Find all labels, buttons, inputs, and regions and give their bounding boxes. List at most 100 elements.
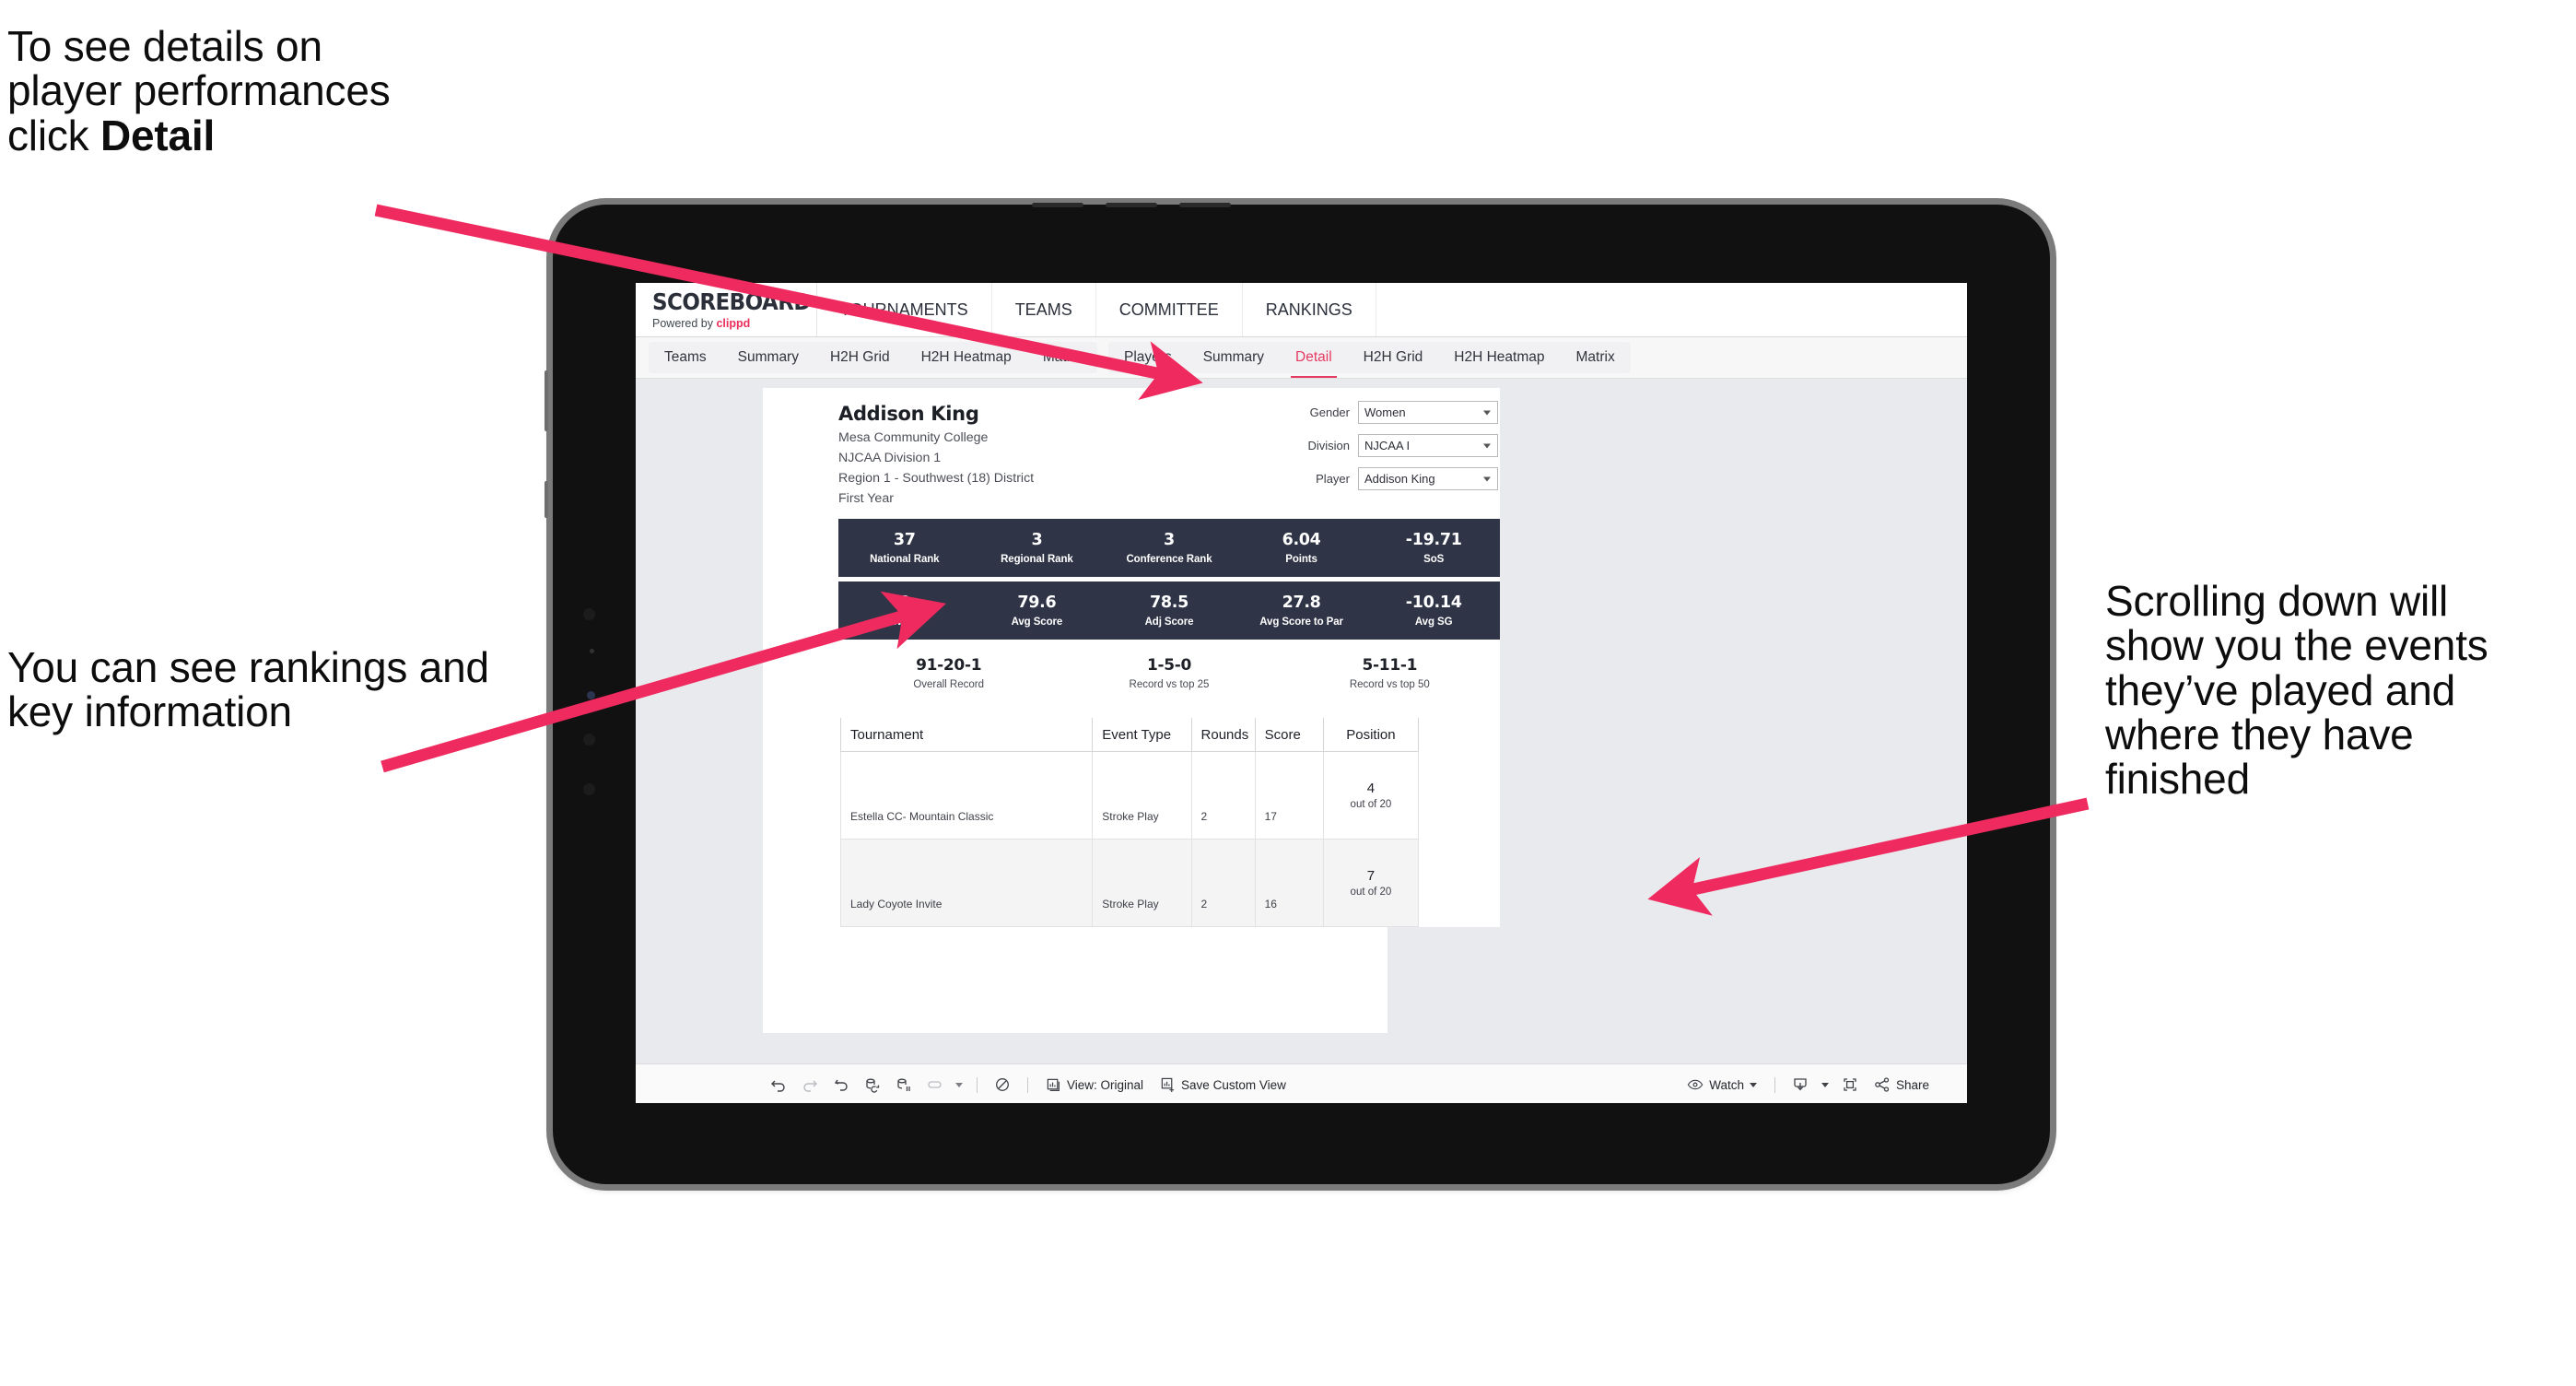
column-position[interactable]: Position <box>1322 718 1420 752</box>
device-camera <box>583 783 595 795</box>
record-value: 1-5-0 <box>1146 656 1192 675</box>
top-nav-tournaments[interactable]: TOURNAMENTS <box>817 283 992 336</box>
filter-division: Division NJCAA I <box>1268 434 1498 457</box>
tab-player-h2h-grid[interactable]: H2H Grid <box>1348 342 1439 373</box>
column-tournament[interactable]: Tournament <box>839 718 1094 752</box>
toolbar-divider <box>977 1076 978 1093</box>
share-icon <box>1874 1076 1891 1093</box>
device-sensor <box>587 691 595 699</box>
top-nav-teams[interactable]: TEAMS <box>992 283 1096 336</box>
column-score[interactable]: Score <box>1254 718 1324 752</box>
fullscreen-icon[interactable] <box>1834 1072 1866 1098</box>
tab-team-matrix[interactable]: Matrix <box>1027 342 1097 373</box>
pause-dropdown-caret-icon[interactable] <box>951 1072 967 1098</box>
stat-label: Conference Rank <box>1126 554 1212 565</box>
stat-value: -10.14 <box>1405 593 1462 612</box>
tab-teams[interactable]: Teams <box>649 342 722 373</box>
stat-label: National Rank <box>870 554 940 565</box>
stat-national-rank: 37 National Rank <box>838 519 971 577</box>
filter-gender-select[interactable]: Women <box>1358 401 1498 424</box>
share-label: Share <box>1895 1077 1929 1092</box>
device-camera <box>583 608 595 620</box>
tab-player-matrix[interactable]: Matrix <box>1561 342 1631 373</box>
download-dropdown-caret-icon[interactable] <box>1816 1072 1834 1098</box>
player-tab-group: Players Summary Detail H2H Grid H2H Heat… <box>1108 342 1631 378</box>
stats-band-scoring: 0 Wins 79.6 Avg Score 78.5 Adj Score 27.… <box>838 581 1500 640</box>
stat-value: 79.6 <box>1017 593 1057 612</box>
stat-conference-rank: 3 Conference Rank <box>1103 519 1235 577</box>
filter-player-select[interactable]: Addison King <box>1358 467 1498 490</box>
cell-event-type: Stroke Play <box>1102 898 1159 910</box>
device-speaker-slot <box>1179 203 1231 207</box>
table-row[interactable]: Lady Coyote Invite Stroke Play 2 16 7 ou… <box>839 839 1420 927</box>
top-nav-rankings[interactable]: RANKINGS <box>1243 283 1376 336</box>
record-label: Record vs top 25 <box>1129 679 1210 690</box>
stat-value: 78.5 <box>1149 593 1188 612</box>
cell-score: 16 <box>1264 898 1277 910</box>
download-icon[interactable] <box>1785 1072 1816 1098</box>
stat-adj-score: 78.5 Adj Score <box>1103 581 1235 640</box>
report-content: Addison King Mesa Community College NJCA… <box>838 388 1500 927</box>
column-rounds[interactable]: Rounds <box>1190 718 1256 752</box>
callout-detail-line1: To see details on <box>7 22 322 70</box>
stat-label: Regional Rank <box>1001 554 1073 565</box>
tab-player-detail[interactable]: Detail <box>1280 342 1348 378</box>
bottom-toolbar: View: Original Save Custom View Watch Sh… <box>636 1063 1967 1103</box>
record-value: 91-20-1 <box>916 656 982 675</box>
view-original-button[interactable]: View: Original <box>1037 1072 1152 1098</box>
tab-team-h2h-grid[interactable]: H2H Grid <box>814 342 906 373</box>
chevron-down-icon <box>1749 1082 1757 1087</box>
chevron-down-icon <box>1483 443 1491 448</box>
tab-team-h2h-heatmap[interactable]: H2H Heatmap <box>906 342 1027 373</box>
pause-data-icon[interactable] <box>888 1072 919 1098</box>
tablet-screen: SCOREBOARD Powered by clippd TOURNAMENTS… <box>636 283 1967 1103</box>
cell-position: 7 <box>1366 868 1376 884</box>
records-row: 91-20-1 Overall Record 1-5-0 Record vs t… <box>838 656 1500 696</box>
cell-position-out-of: out of 20 <box>1350 887 1392 898</box>
tab-player-summary[interactable]: Summary <box>1188 342 1280 373</box>
stat-label: Adj Score <box>1144 617 1194 628</box>
stats-band-rankings: 37 National Rank 3 Regional Rank 3 Confe… <box>838 519 1500 577</box>
filter-division-select[interactable]: NJCAA I <box>1358 434 1498 457</box>
refresh-data-icon[interactable] <box>857 1072 888 1098</box>
logo-brand-name: clippd <box>716 316 751 330</box>
toolbar-left-group: View: Original Save Custom View <box>636 1072 1294 1098</box>
table-row[interactable]: Estella CC- Mountain Classic Stroke Play… <box>839 751 1420 840</box>
stat-label: Avg SG <box>1414 617 1453 628</box>
save-custom-view-button[interactable]: Save Custom View <box>1152 1072 1294 1098</box>
events-table: Tournament Event Type Rounds Score Posit… <box>839 718 1420 927</box>
device-sensor <box>590 649 594 653</box>
undo-icon[interactable] <box>763 1072 794 1098</box>
record-value: 5-11-1 <box>1362 656 1418 675</box>
stat-label: Avg Score to Par <box>1259 617 1343 628</box>
column-event-type[interactable]: Event Type <box>1092 718 1192 752</box>
stat-points: 6.04 Points <box>1235 519 1368 577</box>
tab-player-h2h-heatmap[interactable]: H2H Heatmap <box>1438 342 1560 373</box>
device-side-button <box>544 481 548 518</box>
tab-team-summary[interactable]: Summary <box>722 342 814 373</box>
toolbar-right-group: Watch Share <box>1679 1072 1967 1098</box>
view-original-label: View: Original <box>1067 1077 1144 1092</box>
eye-icon <box>1687 1078 1704 1091</box>
app-logo[interactable]: SCOREBOARD Powered by clippd <box>636 283 817 336</box>
sub-navigation: Teams Summary H2H Grid H2H Heatmap Matri… <box>636 337 1967 379</box>
tab-players[interactable]: Players <box>1108 342 1188 373</box>
cell-position-out-of: out of 20 <box>1350 799 1392 810</box>
presentation-mode-icon[interactable] <box>987 1072 1018 1098</box>
filter-panel: Gender Women Division NJCAA I Player Add… <box>1268 401 1498 500</box>
report-sheet: Addison King Mesa Community College NJCA… <box>763 388 1500 1033</box>
top-nav-committee[interactable]: COMMITTEE <box>1096 283 1243 336</box>
device-speaker-slot <box>1106 203 1157 207</box>
watch-button[interactable]: Watch <box>1679 1072 1765 1098</box>
cell-score: 17 <box>1264 810 1277 823</box>
share-button[interactable]: Share <box>1866 1072 1938 1098</box>
redo-icon[interactable] <box>794 1072 825 1098</box>
app-header: SCOREBOARD Powered by clippd TOURNAMENTS… <box>636 283 1967 337</box>
stat-value: 3 <box>1031 531 1043 549</box>
revert-icon[interactable] <box>825 1072 857 1098</box>
team-tab-group: Teams Summary H2H Grid H2H Heatmap Matri… <box>649 342 1098 373</box>
stat-value: 3 <box>1164 531 1175 549</box>
save-view-icon <box>1160 1077 1176 1093</box>
pause-auto-update-icon[interactable] <box>919 1072 951 1098</box>
cell-event-type: Stroke Play <box>1102 810 1159 823</box>
